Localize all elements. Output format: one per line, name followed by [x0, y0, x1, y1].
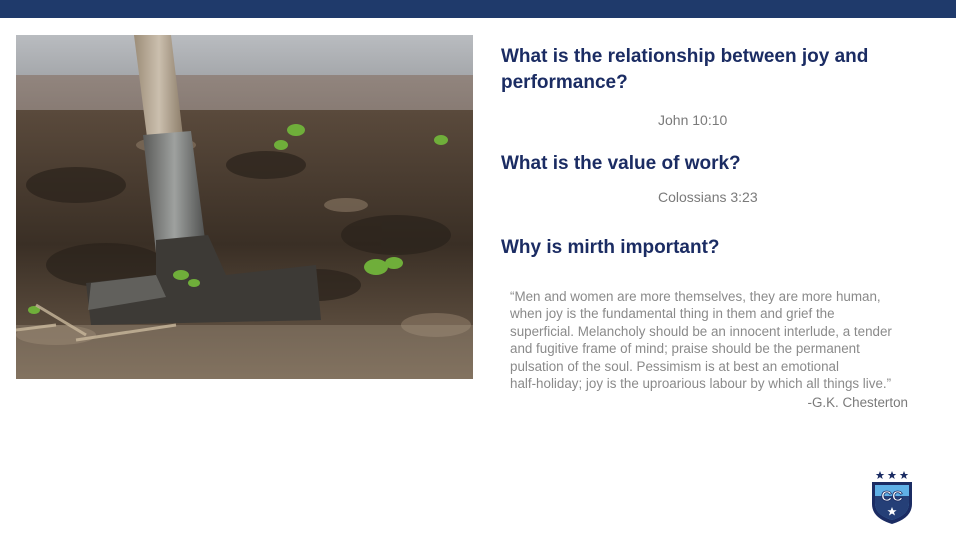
question-value-of-work: What is the value of work?: [501, 153, 741, 174]
quote-line: superficial. Melancholy should be an inn…: [510, 323, 892, 339]
quote-line: “Men and women are more themselves, they…: [510, 289, 881, 304]
scripture-reference: John 10:10: [658, 112, 728, 128]
logo-text: CC: [881, 488, 903, 505]
top-bar: [0, 0, 956, 18]
scripture-reference: Colossians 3:23: [658, 189, 758, 205]
question-joy-performance: What is the relationship between joy and…: [501, 46, 869, 93]
question-mirth: Why is mirth important?: [501, 237, 720, 258]
shield-crest-icon: CC: [869, 468, 915, 526]
shovel-in-soil-photo: [16, 35, 473, 379]
quote-line: when joy is the fundamental thing in the…: [510, 306, 835, 322]
chesterton-quote: “Men and women are more themselves, they…: [510, 288, 930, 392]
quote-line: and fugitive frame of mind; praise shoul…: [510, 341, 860, 357]
quote-line: half-holiday; joy is the uproarious labo…: [510, 376, 892, 392]
quote-line: pulsation of the soul. Pessimism is at b…: [510, 358, 839, 374]
quote-author: -G.K. Chesterton: [807, 395, 908, 410]
